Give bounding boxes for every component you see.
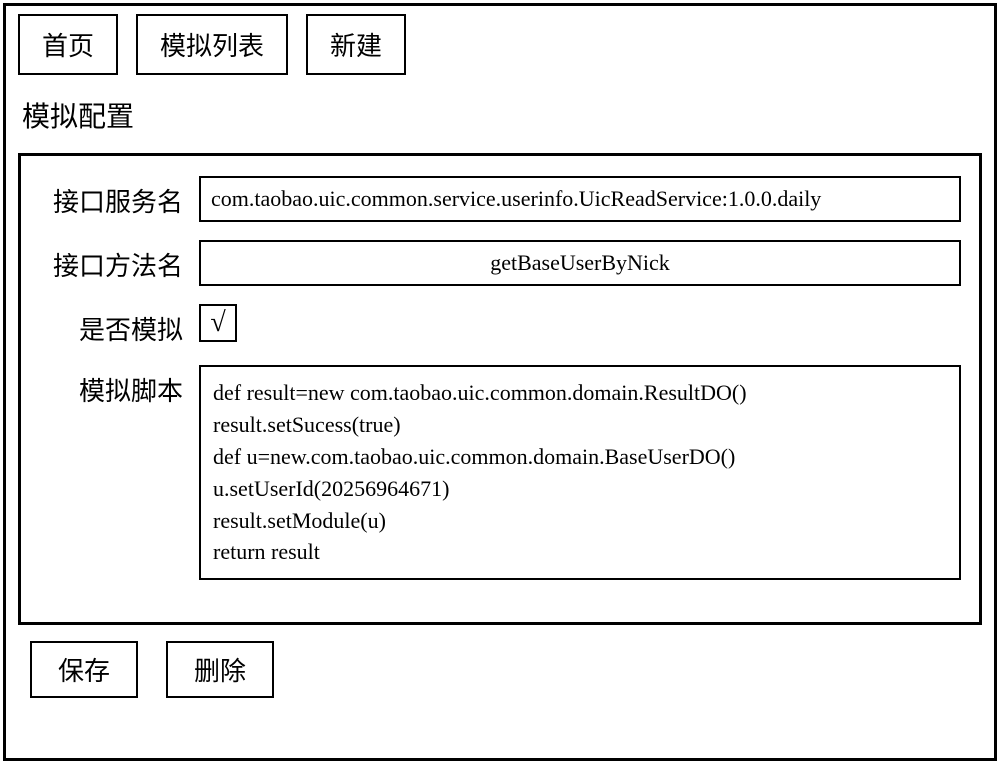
new-button[interactable]: 新建 [306,14,406,75]
script-textarea[interactable]: def result=new com.taobao.uic.common.dom… [199,365,961,580]
service-name-input[interactable]: com.taobao.uic.common.service.userinfo.U… [199,176,961,222]
mock-list-button[interactable]: 模拟列表 [136,14,288,75]
method-name-row: 接口方法名 getBaseUserByNick [39,240,961,286]
script-row: 模拟脚本 def result=new com.taobao.uic.commo… [39,365,961,580]
home-button[interactable]: 首页 [18,14,118,75]
config-panel: 接口服务名 com.taobao.uic.common.service.user… [18,153,982,625]
method-name-input[interactable]: getBaseUserByNick [199,240,961,286]
is-mock-row: 是否模拟 √ [39,304,961,347]
top-nav: 首页 模拟列表 新建 [18,14,982,75]
bottom-actions: 保存 删除 [30,641,982,698]
is-mock-checkbox[interactable]: √ [199,304,237,342]
is-mock-label: 是否模拟 [39,304,199,347]
method-name-label: 接口方法名 [39,240,199,283]
main-frame: 首页 模拟列表 新建 模拟配置 接口服务名 com.taobao.uic.com… [3,3,997,761]
script-label: 模拟脚本 [39,365,199,408]
service-name-row: 接口服务名 com.taobao.uic.common.service.user… [39,176,961,222]
service-name-label: 接口服务名 [39,176,199,219]
save-button[interactable]: 保存 [30,641,138,698]
section-title: 模拟配置 [22,95,982,135]
delete-button[interactable]: 删除 [166,641,274,698]
